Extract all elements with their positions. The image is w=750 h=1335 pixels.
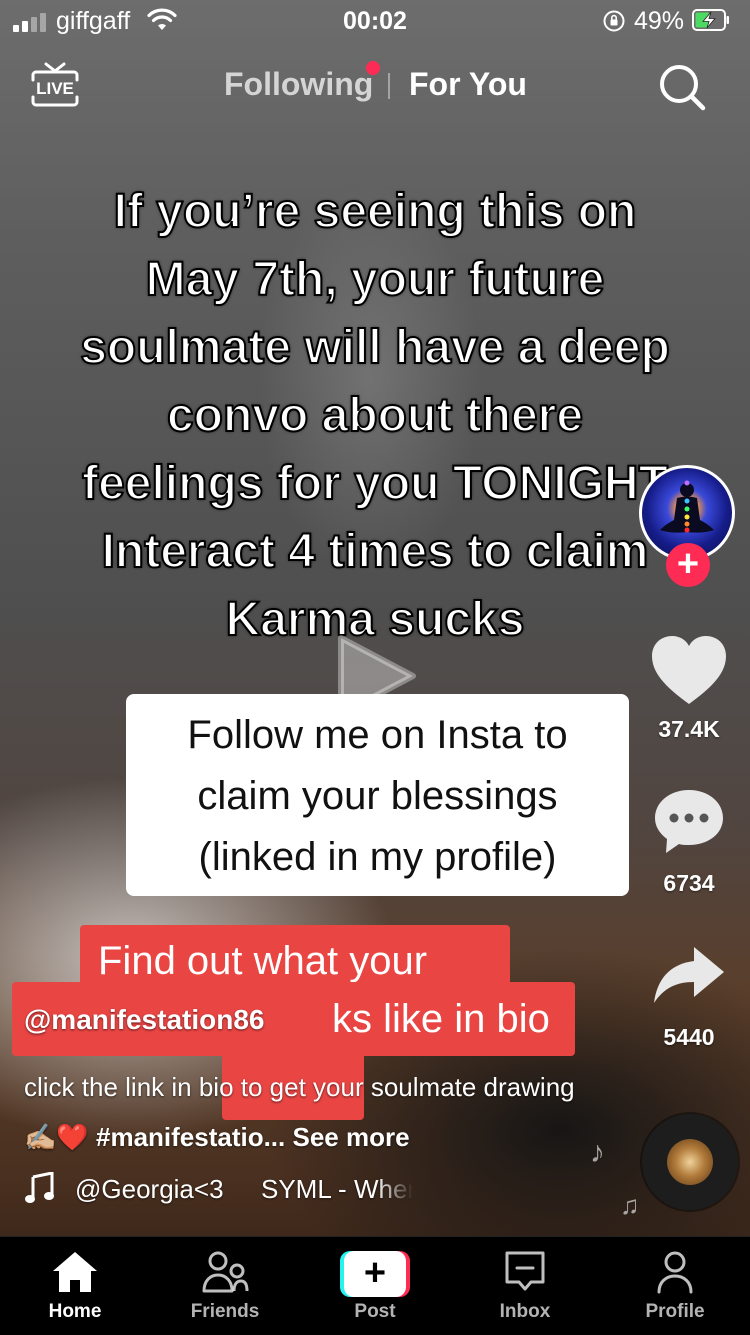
floating-music-note-icon: ♫: [620, 1190, 640, 1220]
tab-inbox[interactable]: Inbox: [450, 1237, 600, 1335]
share-icon[interactable]: [652, 945, 726, 1005]
overlay-caption-line: feelings for you TONIGHT: [81, 456, 669, 511]
sticker-line: claim your blessings: [197, 774, 558, 818]
music-cover-thumbnail: [667, 1139, 713, 1185]
share-count: 5440: [663, 1024, 715, 1050]
battery-charging-icon: [692, 9, 729, 31]
tab-following[interactable]: Following: [224, 66, 373, 103]
hashtag-link[interactable]: #manifestatio...: [96, 1122, 285, 1152]
heart-icon[interactable]: [650, 634, 728, 706]
video-overlay-caption: If you’re seeing this on May 7th, your f…: [30, 178, 720, 654]
tab-post-label: Post: [354, 1301, 396, 1322]
overlay-caption-line: May 7th, your future: [145, 252, 606, 307]
music-title: SYML - Where's My Love: [261, 1174, 413, 1204]
profile-icon: [657, 1251, 693, 1294]
sticker-line: (linked in my profile): [198, 835, 557, 879]
floating-music-note-icon: ♪: [590, 1136, 605, 1169]
video-sticker-white: Follow me on Insta to claim your blessin…: [126, 694, 629, 896]
comment-count: 6734: [663, 870, 715, 896]
tab-profile-label: Profile: [645, 1301, 705, 1322]
tab-friends[interactable]: Friends: [150, 1237, 300, 1335]
overlay-caption-line: If you’re seeing this on: [113, 184, 638, 239]
music-note-icon: [25, 1172, 54, 1203]
overlay-caption-line: convo about there: [166, 388, 584, 443]
friends-icon: [202, 1251, 249, 1293]
post-plus-button[interactable]: +: [340, 1251, 410, 1297]
following-notification-dot: [366, 61, 380, 75]
search-icon[interactable]: [656, 61, 708, 113]
tab-home[interactable]: Home: [0, 1237, 150, 1335]
music-disc[interactable]: [642, 1114, 738, 1210]
tab-for-you[interactable]: For You: [409, 66, 527, 103]
tab-home-label: Home: [48, 1301, 102, 1322]
tab-inbox-label: Inbox: [499, 1301, 551, 1322]
nav-divider: [388, 73, 390, 99]
rotation-lock-icon: [603, 10, 625, 32]
bottom-tab-bar: Home Friends + Post Inbox Profile: [0, 1236, 750, 1335]
tab-profile[interactable]: Profile: [600, 1237, 750, 1335]
battery-percent: 49%: [634, 7, 685, 35]
like-count: 37.4K: [658, 716, 720, 742]
status-bar: giffgaff 00:02 49%: [0, 0, 750, 44]
comment-icon[interactable]: [652, 787, 726, 855]
home-icon: [53, 1252, 97, 1292]
live-tv-icon[interactable]: LIVE: [28, 60, 82, 110]
see-more-link[interactable]: See more: [293, 1122, 410, 1152]
overlay-caption-line: Interact 4 times to claim: [101, 524, 650, 579]
plus-icon: +: [344, 1251, 406, 1297]
follow-plus-button[interactable]: +: [666, 543, 710, 587]
music-author: @Georgia<3: [75, 1174, 224, 1204]
creator-username[interactable]: @manifestation86: [24, 1004, 264, 1036]
tab-friends-label: Friends: [190, 1301, 260, 1322]
post-description[interactable]: click the link in bio to get your soulma…: [24, 1062, 584, 1162]
tab-post[interactable]: + Post: [300, 1237, 450, 1335]
inbox-icon: [505, 1251, 545, 1291]
live-label: LIVE: [36, 79, 74, 98]
sticker-line: Follow me on Insta to: [187, 713, 568, 757]
overlay-caption-line: soulmate will have a deep: [79, 320, 671, 375]
